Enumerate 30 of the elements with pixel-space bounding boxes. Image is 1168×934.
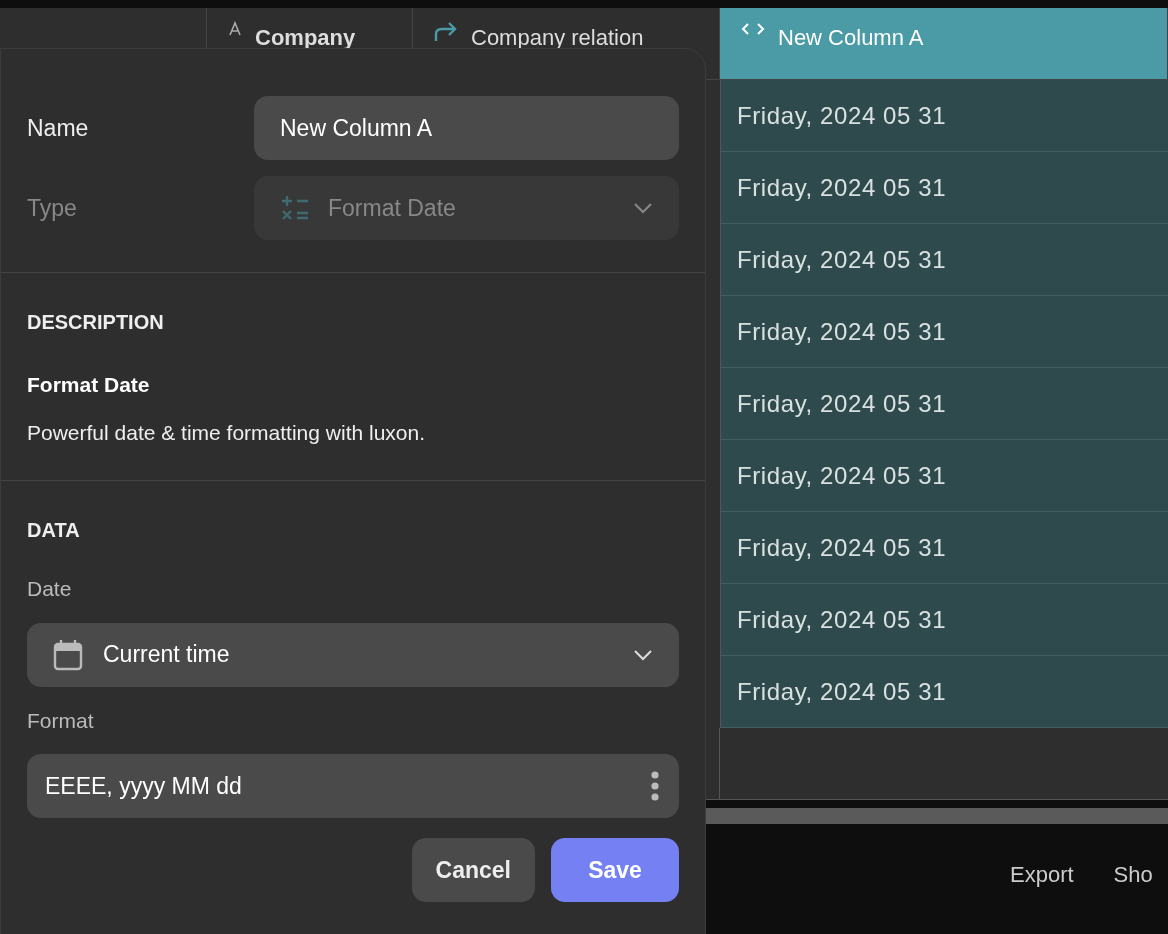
arrow-icon xyxy=(433,21,459,43)
field-label: Type xyxy=(27,193,78,223)
description-text: Powerful date & time formatting with luxon. xyxy=(27,419,426,446)
table-cell: Friday, 2024 05 31 xyxy=(720,584,1168,656)
table-cell: Friday, 2024 05 31 xyxy=(720,440,1168,512)
chevron-down-icon xyxy=(633,202,653,214)
date-select[interactable]: Current time xyxy=(27,622,679,687)
table-cell: Friday, 2024 05 31 xyxy=(720,80,1168,152)
table-cell: Friday, 2024 05 31 xyxy=(720,368,1168,440)
text-type-icon xyxy=(227,21,243,37)
name-input-field[interactable]: New Column A xyxy=(254,96,679,160)
field-label: Format xyxy=(27,707,95,734)
section-heading: DATA xyxy=(27,518,81,543)
code-icon xyxy=(740,21,766,37)
footer-button[interactable]: Sho xyxy=(1113,858,1153,891)
calendar-icon xyxy=(53,638,83,671)
table-cell: Friday, 2024 05 31 xyxy=(720,152,1168,224)
description-title: Format Date xyxy=(27,372,151,398)
table-cell: Friday, 2024 05 31 xyxy=(720,512,1168,584)
table-cell: Friday, 2024 05 31 xyxy=(720,296,1168,368)
field-label: Name xyxy=(27,113,90,143)
table-cell: Friday, 2024 05 31 xyxy=(720,656,1168,728)
chevron-down-icon xyxy=(633,648,653,661)
footer-button[interactable]: Export xyxy=(1010,858,1074,891)
cancel-button[interactable]: Cancel xyxy=(411,838,535,902)
table-cell: Friday, 2024 05 31 xyxy=(720,224,1168,296)
format-input-field[interactable]: EEEE, yyyy MM dd xyxy=(27,754,679,818)
more-options-icon[interactable] xyxy=(651,771,659,801)
section-heading: DESCRIPTION xyxy=(27,310,165,335)
field-label: Date xyxy=(27,576,73,602)
